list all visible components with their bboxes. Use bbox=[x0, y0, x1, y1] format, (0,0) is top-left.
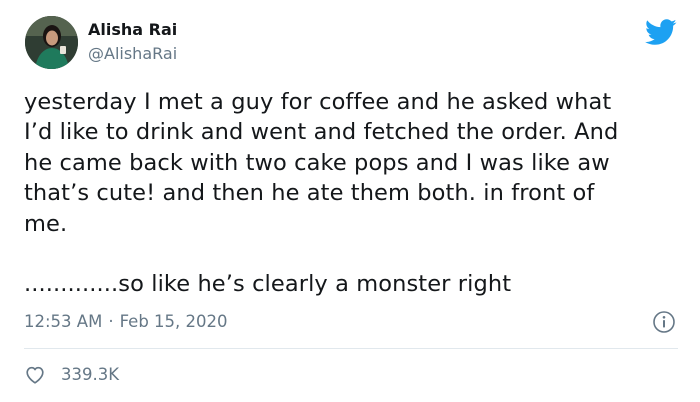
avatar-image bbox=[25, 16, 78, 69]
author-handle[interactable]: @AlishaRai bbox=[88, 44, 177, 64]
like-button[interactable]: 339.3K bbox=[24, 363, 119, 387]
like-count: 339.3K bbox=[61, 365, 120, 384]
tweet-paragraph: yesterday I met a guy for coffee and he … bbox=[24, 89, 619, 237]
tweet-paragraph: .............so like he’s clearly a mons… bbox=[24, 271, 512, 298]
meta-separator: · bbox=[108, 312, 114, 331]
twitter-bird-icon[interactable] bbox=[645, 19, 677, 46]
avatar[interactable] bbox=[25, 16, 78, 69]
divider bbox=[24, 348, 678, 349]
info-icon[interactable] bbox=[652, 310, 676, 334]
tweet-timestamp[interactable]: 12:53 AM · Feb 15, 2020 bbox=[24, 311, 228, 333]
tweet-card: Alisha Rai @AlishaRai yesterday I met a … bbox=[0, 0, 700, 402]
tweet-time: 12:53 AM bbox=[24, 312, 103, 331]
tweet-text: yesterday I met a guy for coffee and he … bbox=[24, 87, 674, 299]
heart-icon bbox=[26, 366, 44, 384]
tweet-date: Feb 15, 2020 bbox=[119, 312, 228, 331]
author-display-name[interactable]: Alisha Rai bbox=[88, 20, 177, 40]
